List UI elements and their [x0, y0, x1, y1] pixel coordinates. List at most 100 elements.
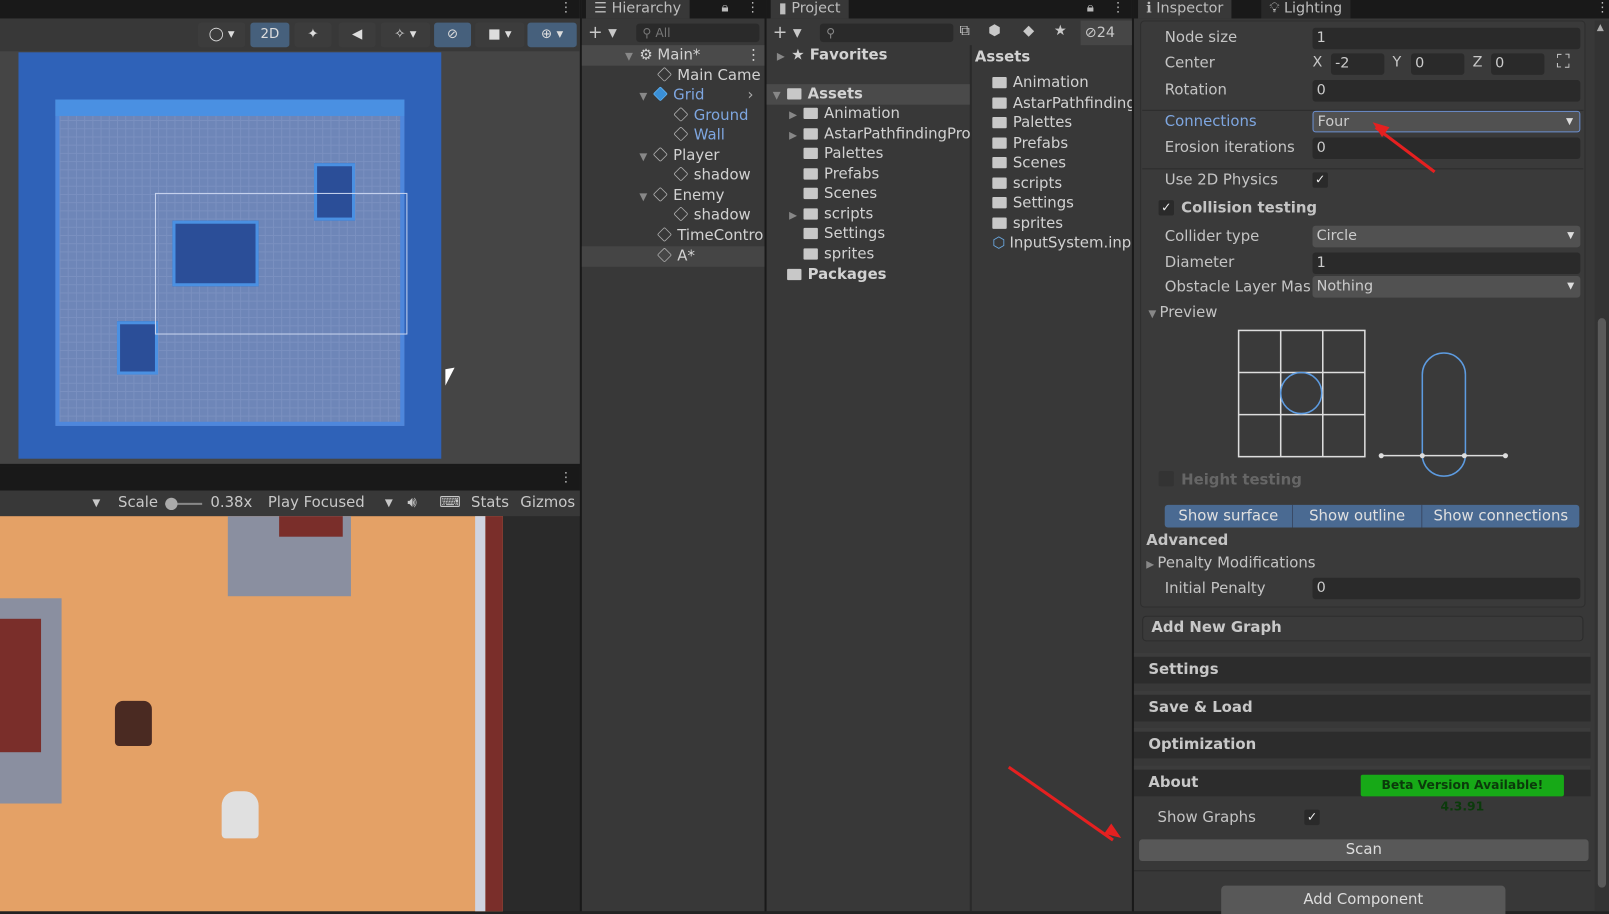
chevron-down-icon[interactable]: ▼	[385, 491, 393, 517]
more-icon[interactable]: ⋮	[1111, 0, 1124, 16]
2d-toggle[interactable]: 2D	[250, 22, 290, 48]
show-outline-button[interactable]: Show outline	[1291, 504, 1421, 528]
project-search[interactable]: ⚲	[819, 23, 954, 43]
asset-folder[interactable]: Palettes	[992, 113, 1072, 134]
favorite-icon[interactable]: ★	[1054, 23, 1067, 39]
stats-button[interactable]: Stats	[471, 491, 509, 517]
tree-folder[interactable]: ▶ AstarPathfindingPro	[789, 124, 970, 145]
hierarchy-item[interactable]: shadow	[673, 205, 751, 226]
add-component-button[interactable]: Add Component	[1221, 885, 1506, 914]
hidden-packages-toggle[interactable]: ⊘24	[1080, 20, 1132, 46]
gizmos-icon[interactable]: ⊕ ▾	[527, 22, 577, 48]
create-asset-button[interactable]: + ▾	[773, 23, 802, 44]
audio-icon[interactable]: ◀	[338, 22, 376, 48]
tab-lighting[interactable]: 💡︎ Lighting	[1261, 0, 1351, 19]
more-icon[interactable]: ⋮	[1596, 0, 1609, 16]
settings-section[interactable]: Settings	[1133, 652, 1591, 684]
asset-folder[interactable]: Prefabs	[992, 133, 1068, 154]
keyboard-icon[interactable]: ⌨	[439, 491, 460, 517]
rotation-field[interactable]: 0	[1312, 80, 1581, 102]
scene-main[interactable]: ▼ ⚙ Main* ⋮	[625, 45, 761, 66]
hierarchy-item[interactable]: TimeContro	[656, 226, 763, 247]
tree-folder[interactable]: Scenes	[789, 184, 877, 205]
collider-type-dropdown[interactable]: Circle	[1312, 225, 1581, 248]
asset-folder[interactable]: scripts	[992, 173, 1062, 194]
scene-canvas[interactable]	[18, 52, 442, 459]
tab-project[interactable]: ▮ Project	[770, 0, 849, 19]
snap-size-icon[interactable]: ⛶	[1557, 51, 1570, 73]
tree-assets[interactable]: ▼ Assets	[773, 84, 863, 105]
obstacle-layer-dropdown[interactable]: Nothing	[1312, 276, 1581, 298]
tree-folder[interactable]: Prefabs	[789, 164, 879, 185]
use-2d-physics-checkbox[interactable]: ✓	[1312, 172, 1328, 188]
search-by-type-icon[interactable]: ⧉	[959, 23, 969, 39]
hierarchy-item[interactable]: ▼ Player	[639, 146, 719, 167]
height-testing-checkbox[interactable]	[1158, 471, 1174, 487]
show-connections-button[interactable]: Show connections	[1421, 504, 1579, 528]
asset-folder[interactable]: sprites	[992, 213, 1063, 234]
tab-inspector[interactable]: ℹ Inspector	[1138, 0, 1232, 19]
add-new-graph-button[interactable]: Add New Graph	[1142, 615, 1584, 642]
collision-testing-checkbox[interactable]: ✓	[1158, 200, 1174, 216]
hierarchy-item-grid[interactable]: ▼ Grid ›	[639, 85, 753, 106]
scene-tabbar: ⋮	[0, 0, 580, 19]
display-dropdown[interactable]: ▼	[92, 491, 100, 517]
asset-folder[interactable]: Settings	[992, 193, 1074, 214]
label-icon[interactable]: ◆	[1023, 23, 1034, 39]
erosion-field[interactable]: 0	[1312, 137, 1581, 160]
more-icon[interactable]: ⋮	[559, 0, 572, 16]
tree-folder[interactable]: sprites	[789, 244, 874, 265]
asset-folder[interactable]: Animation	[992, 73, 1089, 94]
scale-slider[interactable]	[165, 497, 203, 511]
lock-icon[interactable]: 🔒︎	[721, 0, 728, 16]
connections-dropdown[interactable]: Four	[1312, 110, 1581, 133]
save-load-section[interactable]: Save & Load	[1133, 690, 1591, 722]
play-mode-dropdown[interactable]: Play Focused	[268, 491, 365, 517]
asset-input-system[interactable]: ⬡ InputSystem.inpu	[992, 233, 1132, 254]
lock-icon[interactable]: 🔒︎	[1087, 0, 1094, 16]
hierarchy-item[interactable]: Ground	[673, 106, 748, 127]
tab-hierarchy[interactable]: ☰ Hierarchy	[585, 0, 690, 19]
asset-folder[interactable]: Scenes	[992, 153, 1066, 174]
diameter-field[interactable]: 1	[1312, 252, 1581, 274]
tree-folder[interactable]: ▶ scripts	[789, 204, 873, 225]
mute-audio-icon[interactable]: 🔊︎	[407, 491, 416, 517]
hierarchy-item[interactable]: ▼ Enemy	[639, 186, 724, 207]
node-size-field[interactable]: 1	[1312, 27, 1581, 50]
beta-version-badge[interactable]: Beta Version Available! 4.3.91	[1360, 774, 1564, 814]
hierarchy-search[interactable]: ⚲ All	[636, 23, 760, 43]
hierarchy-item[interactable]: Wall	[673, 125, 725, 146]
hierarchy-item[interactable]: Main Came	[656, 66, 761, 87]
show-surface-button[interactable]: Show surface	[1165, 505, 1292, 528]
center-y-field[interactable]: 0	[1411, 53, 1465, 75]
more-icon[interactable]: ⋮	[746, 0, 759, 16]
tree-packages[interactable]: Packages	[773, 265, 887, 286]
visibility-icon[interactable]: ⊘	[434, 22, 472, 48]
center-x-field[interactable]: -2	[1330, 53, 1385, 75]
optimization-section[interactable]: Optimization	[1133, 727, 1591, 759]
favorites[interactable]: ▶ ★ Favorites	[777, 45, 888, 66]
hierarchy-item-astar[interactable]: A*	[656, 246, 695, 267]
tree-folder[interactable]: ▶ Animation	[789, 104, 900, 125]
lighting-icon[interactable]: ✦	[294, 22, 332, 48]
filter-icon[interactable]: ⬢	[988, 23, 1001, 39]
assets-breadcrumb[interactable]: Assets	[975, 47, 1030, 68]
hierarchy-item[interactable]: shadow	[673, 165, 751, 186]
game-canvas[interactable]	[0, 516, 503, 912]
center-z-field[interactable]: 0	[1491, 53, 1545, 75]
add-object-button[interactable]: + ▾	[588, 23, 617, 44]
gizmos-button[interactable]: Gizmos	[520, 491, 575, 517]
inspector-scrollbar[interactable]: ▲	[1594, 20, 1609, 912]
initial-penalty-field[interactable]: 0	[1312, 577, 1581, 600]
scan-button[interactable]: Scan	[1139, 839, 1589, 861]
preview-foldout[interactable]: ▼ Preview	[1148, 302, 1217, 327]
effects-icon[interactable]: ✧ ▾	[380, 22, 430, 48]
tree-folder[interactable]: Palettes	[789, 144, 883, 165]
camera-icon[interactable]: ■ ▾	[475, 22, 525, 48]
show-graphs-checkbox[interactable]: ✓	[1304, 809, 1320, 826]
draw-mode-button[interactable]: ◯ ▾	[198, 22, 246, 48]
tree-folder[interactable]: Settings	[789, 224, 885, 245]
penalty-modifications-foldout[interactable]: ▶ Penalty Modifications	[1146, 552, 1315, 577]
more-icon[interactable]: ⋮	[559, 470, 572, 486]
asset-folder[interactable]: AstarPathfinding	[992, 93, 1132, 114]
